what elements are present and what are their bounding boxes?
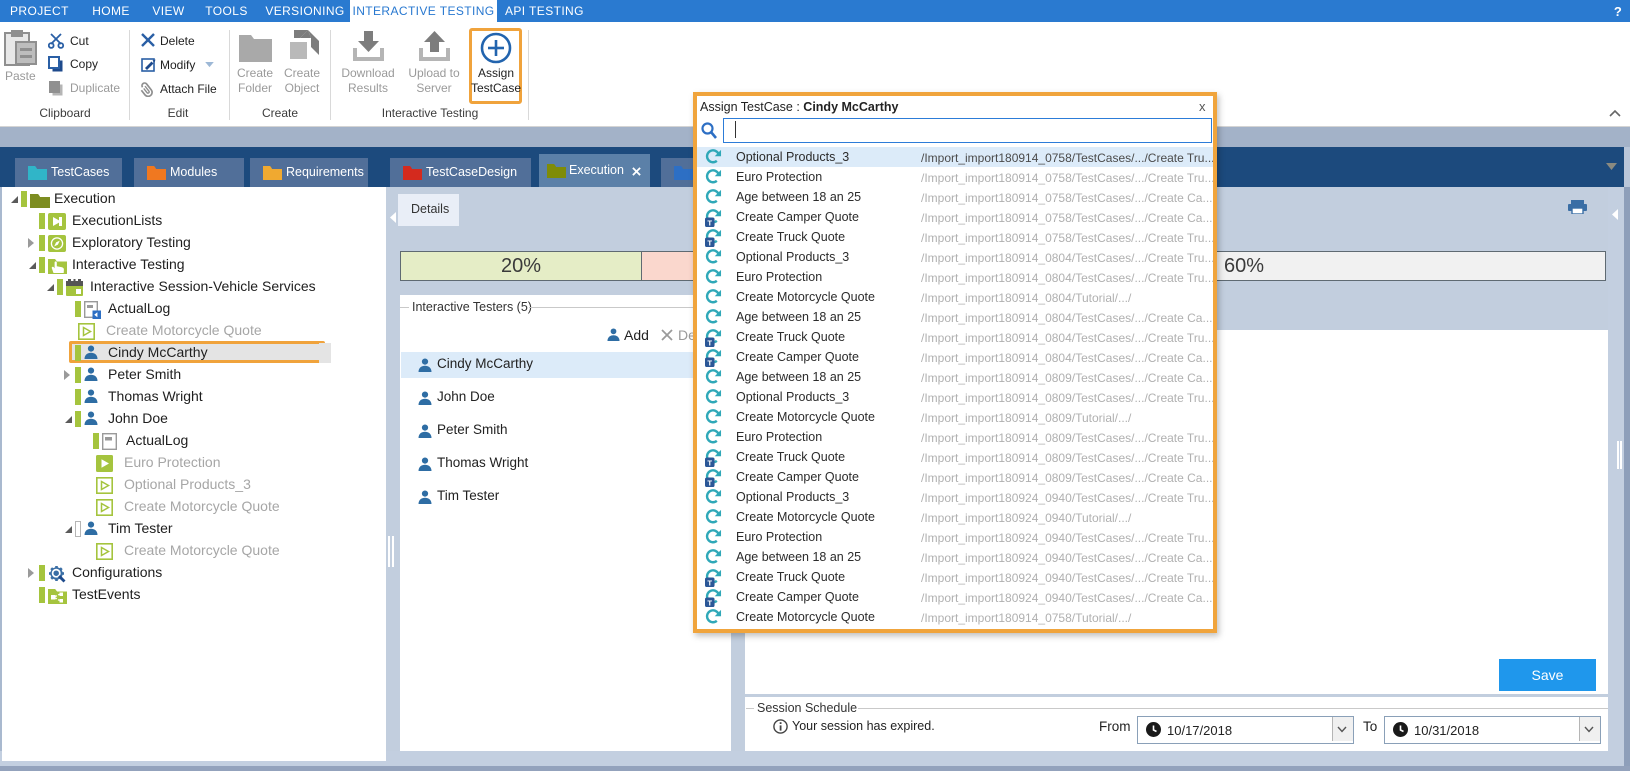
svg-text:T: T xyxy=(707,338,712,347)
svg-text:T: T xyxy=(707,578,712,587)
svg-text:T: T xyxy=(707,598,712,607)
svg-text:T: T xyxy=(707,218,712,227)
svg-text:T: T xyxy=(707,238,712,247)
svg-text:T: T xyxy=(707,458,712,467)
svg-text:T: T xyxy=(707,478,712,487)
svg-text:T: T xyxy=(707,358,712,367)
